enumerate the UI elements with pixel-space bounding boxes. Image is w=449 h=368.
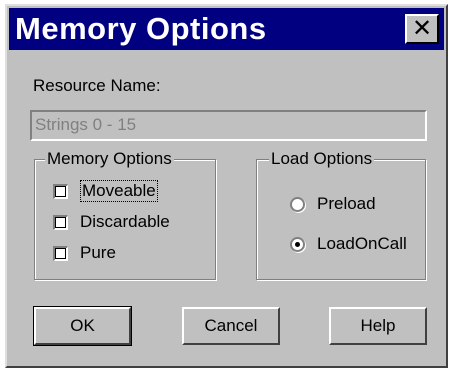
ok-label: OK	[70, 316, 95, 335]
loadoncall-radio[interactable]	[290, 236, 305, 252]
memory-options-dialog: Memory Options ✕ Resource Name: Strings …	[5, 4, 448, 368]
close-button[interactable]: ✕	[405, 14, 439, 44]
discardable-label[interactable]: Discardable	[80, 212, 170, 232]
preload-radio-row[interactable]: Preload	[290, 192, 376, 216]
memory-options-group: Memory Options Moveable Discardable Pure	[34, 148, 216, 280]
ok-button[interactable]: OK	[33, 306, 132, 346]
help-button[interactable]: Help	[329, 307, 427, 345]
loadoncall-label[interactable]: LoadOnCall	[317, 234, 407, 254]
cancel-button[interactable]: Cancel	[182, 307, 280, 345]
dialog-title: Memory Options	[15, 11, 267, 46]
pure-label[interactable]: Pure	[80, 243, 116, 263]
preload-label[interactable]: Preload	[317, 194, 376, 214]
pure-checkbox[interactable]	[53, 245, 68, 261]
load-options-group: Load Options Preload LoadOnCall	[256, 148, 426, 280]
loadoncall-radio-row[interactable]: LoadOnCall	[290, 232, 407, 256]
pure-checkbox-row[interactable]: Pure	[53, 241, 116, 265]
moveable-checkbox-row[interactable]: Moveable	[53, 179, 158, 203]
close-icon: ✕	[411, 15, 433, 42]
moveable-checkbox[interactable]	[53, 183, 68, 199]
load-options-group-title: Load Options	[269, 148, 375, 170]
resource-name-field: Strings 0 - 15	[30, 110, 427, 141]
discardable-checkbox-row[interactable]: Discardable	[53, 210, 170, 234]
preload-radio[interactable]	[290, 196, 305, 212]
moveable-label[interactable]: Moveable	[80, 180, 158, 202]
cancel-label: Cancel	[204, 316, 258, 335]
memory-options-group-title: Memory Options	[45, 148, 174, 170]
help-label: Help	[360, 316, 396, 335]
title-bar[interactable]: Memory Options ✕	[9, 8, 444, 50]
discardable-checkbox[interactable]	[53, 214, 68, 230]
resource-name-label: Resource Name:	[33, 76, 161, 95]
